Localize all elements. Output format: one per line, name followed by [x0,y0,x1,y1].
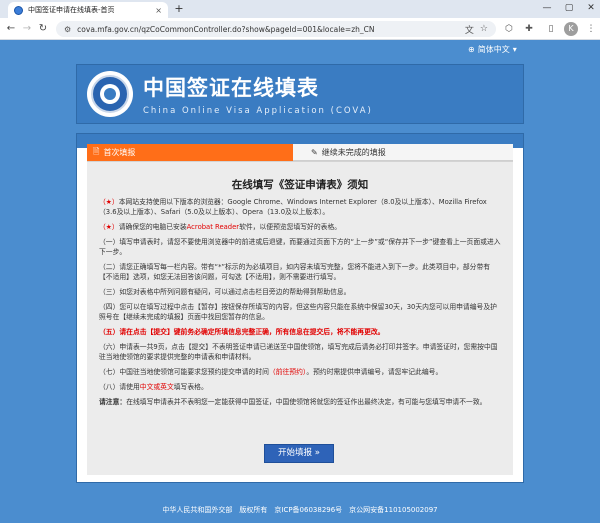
notice-content: 在线填写《签证申请表》须知 （★）本网站支持使用以下版本的浏览器：Google … [87,161,513,475]
translate-icon[interactable]: 文 [465,23,474,36]
address-bar[interactable]: ⚙ cova.mfa.gov.cn/qzCoCommonController.d… [56,21,496,37]
notice-item: （三）如您对表格中所列问题有疑问，可以通过点击栏目旁边的帮助得到帮助信息。 [99,288,351,296]
side-panel-icon[interactable]: ▯ [544,22,558,36]
forward-arrow-icon[interactable]: → [20,22,34,36]
acrobat-reader-link[interactable]: Acrobat Reader [187,223,239,231]
extension-icon[interactable]: ⬡ [502,22,516,36]
language-selector[interactable]: ⊕ 简体中文 ▾ [468,44,517,55]
document-icon: 🗎 [93,146,100,156]
site-info-icon[interactable]: ⚙ [64,25,71,34]
url-text[interactable]: cova.mfa.gov.cn/qzCoCommonController.do?… [77,25,459,34]
notice-item: （六）申请表一共9页，点击【提交】不表明签证申请已递送至中国使领馆，填写完成后请… [99,343,498,361]
fill-mode-tabs: 🗎 首次填报 ✎ 继续未完成的填报 [87,144,513,161]
notice-item: （一）填写申请表时，请您不要使用浏览器中的前进或后退键，而要通过页面下方的“上一… [99,238,501,256]
minimize-icon[interactable]: — [540,3,554,13]
reload-icon[interactable]: ↻ [36,22,50,36]
site-banner: 中国签证在线填表 China Online Visa Application (… [76,64,524,124]
browser-tab-strip: 中国签证申请在线填表-首页 × + — ▢ ✕ [0,0,600,18]
notice-item: （二）请您正确填写每一栏内容。带有“*”标示的为必填项目，如内容未填写完整，您将… [99,263,491,281]
banner-title-cn: 中国签证在线填表 [143,76,319,100]
appointment-link[interactable]: （前往预约） [269,368,306,376]
site-favicon-icon [14,5,23,15]
tab-continue-fill-label: 继续未完成的填报 [321,147,386,157]
new-tab-button[interactable]: + [172,2,186,16]
profile-avatar[interactable]: K [564,22,578,36]
notice-item: （★）请确保您的电脑已安装Acrobat Reader软件，以便预览您填写好的表… [99,223,342,231]
edit-icon: ✎ [311,147,318,157]
browser-toolbar: ← → ↻ ⚙ cova.mfa.gov.cn/qzCoCommonContro… [0,18,600,40]
site-footer: 中华人民共和国外交部 版权所有 京ICP备06038296号 京公网安备1101… [0,498,600,523]
tab-continue-fill[interactable]: ✎ 继续未完成的填报 [293,144,513,161]
start-fill-button[interactable]: 开始填报 » [264,444,334,463]
globe-icon: ⊕ [468,45,475,54]
maximize-icon[interactable]: ▢ [562,3,576,13]
notice-title: 在线填写《签证申请表》须知 [231,179,369,191]
bookmark-star-icon[interactable]: ☆ [480,24,488,34]
close-window-icon[interactable]: ✕ [584,3,598,13]
tab-first-fill[interactable]: 🗎 首次填报 [87,144,293,161]
main-panel: 🗎 首次填报 ✎ 继续未完成的填报 在线填写《签证申请表》须知 （★）本网站支持… [76,133,524,483]
back-arrow-icon[interactable]: ← [4,22,18,36]
notice-item: （八）请使用中文或英文填写表格。 [99,383,208,391]
tab-close-icon[interactable]: × [155,6,162,15]
notice-note: 请注意：在线填写申请表并不表明您一定能获得中国签证，中国使领馆将就您的签证作出最… [99,398,487,406]
extensions-puzzle-icon[interactable]: ✚ [522,22,536,36]
tab-title: 中国签证申请在线填表-首页 [28,6,115,14]
notice-item: （四）您可以在填写过程中点击【暂存】按钮保存所填写的内容，但这些内容只能在系统中… [99,303,497,321]
tab-first-fill-label: 首次填报 [103,148,136,157]
browser-menu-icon[interactable]: ⋮ [584,22,598,36]
notice-item: （★）本网站支持使用以下版本的浏览器：Google Chrome、Windows… [99,198,487,216]
browser-tab[interactable]: 中国签证申请在线填表-首页 × [8,2,168,18]
notice-item: （五）请在点击【提交】键前务必确定所填信息完整正确，所有信息在提交后，将不能再更… [99,328,385,336]
consular-emblem-icon [87,71,133,117]
language-label: 简体中文 [477,45,510,54]
banner-title-en: China Online Visa Application (COVA) [143,106,373,116]
notice-item: （七）中国驻当地使领馆可能要求您预约提交申请的时间（前往预约）。预约时需提供申请… [99,368,443,376]
chevron-down-icon: ▾ [512,45,517,54]
language-bar: ⊕ 简体中文 ▾ [0,40,600,60]
